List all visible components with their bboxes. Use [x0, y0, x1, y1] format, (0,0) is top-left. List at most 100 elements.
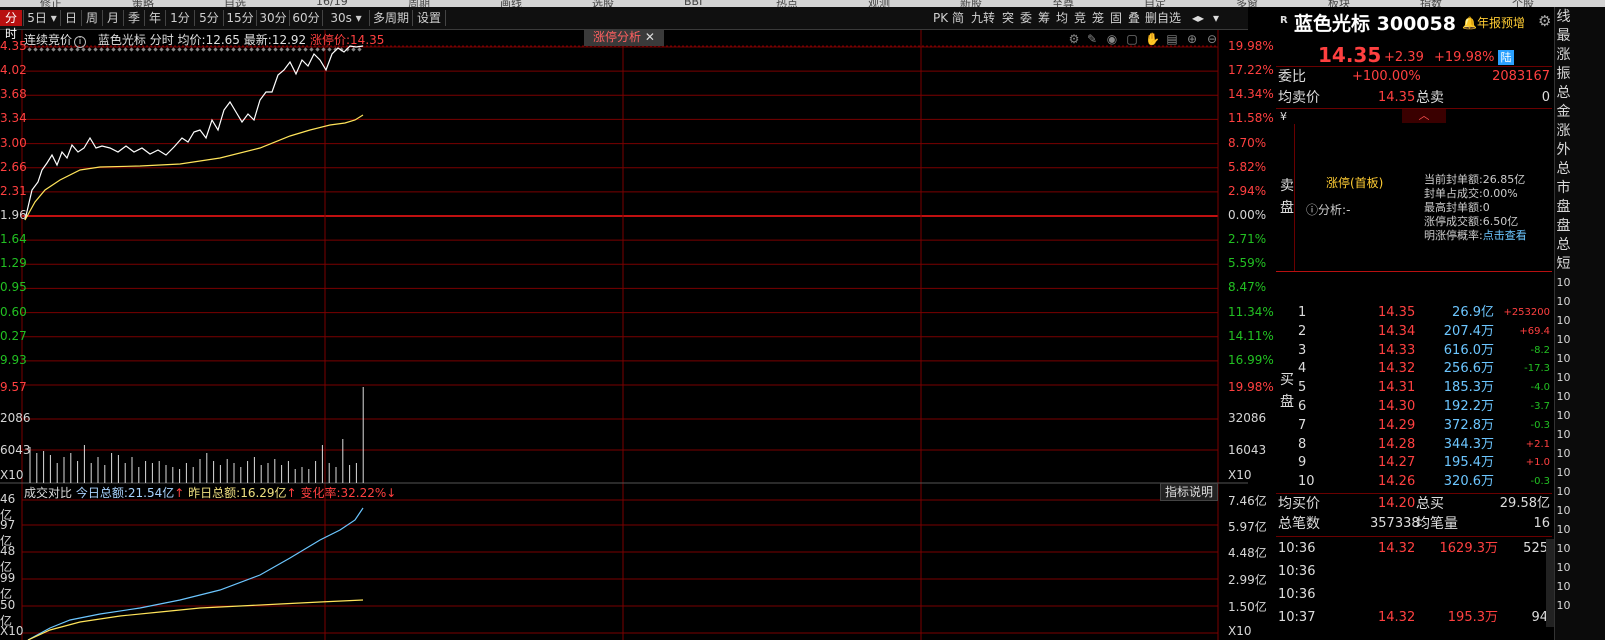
zoom-in-icon[interactable]: ⊕: [1185, 32, 1199, 46]
bid-row[interactable]: 2 14.34 207.4万 +69.4: [1276, 322, 1550, 341]
side-strip-item[interactable]: 线: [1555, 9, 1572, 25]
toolbar-item-6[interactable]: 年: [146, 10, 164, 26]
bid-row[interactable]: 7 14.29 372.8万 -0.3: [1276, 416, 1550, 435]
toolbar-item-0[interactable]: 分时: [0, 10, 22, 41]
lock-icon[interactable]: ▢: [1125, 32, 1139, 46]
side-strip-item[interactable]: 10: [1555, 408, 1572, 424]
close-icon[interactable]: ✕: [645, 30, 655, 44]
top-menu-item[interactable]: 多窗: [1236, 0, 1258, 7]
eye-icon[interactable]: ◉: [1105, 32, 1119, 46]
side-strip-item[interactable]: 10: [1555, 275, 1572, 291]
toolbar-right-item-5[interactable]: 筹: [1037, 10, 1051, 26]
side-strip-item[interactable]: 10: [1555, 484, 1572, 500]
side-strip-item[interactable]: 外: [1555, 142, 1572, 158]
toolbar-right-item-8[interactable]: 笼: [1091, 10, 1105, 26]
scrollbar[interactable]: [1546, 539, 1554, 627]
top-menu-item[interactable]: 观测: [868, 0, 890, 7]
bid-row[interactable]: 5 14.31 185.3万 -4.0: [1276, 378, 1550, 397]
zoom-out-icon[interactable]: ⊖: [1205, 32, 1219, 46]
toolbar-item-14[interactable]: 设置: [414, 10, 444, 26]
toolbar-right-item-3[interactable]: 突: [1001, 10, 1015, 26]
bid-row[interactable]: 6 14.30 192.2万 -3.7: [1276, 397, 1550, 416]
side-strip-item[interactable]: 市: [1555, 180, 1572, 196]
side-strip-item[interactable]: 10: [1555, 370, 1572, 386]
top-menu-item[interactable]: 指数: [1420, 0, 1442, 7]
info-circle-icon[interactable]: ⓘ: [1306, 203, 1318, 217]
top-menu-item[interactable]: 自定: [1144, 0, 1166, 7]
toolbar-item-3[interactable]: 周: [83, 10, 101, 26]
side-strip-item[interactable]: 金: [1555, 104, 1572, 120]
side-strip-item[interactable]: 10: [1555, 465, 1572, 481]
toolbar-item-13[interactable]: 多周期: [371, 10, 411, 26]
toolbar-item-2[interactable]: 日: [62, 10, 80, 26]
toolbar-item-1[interactable]: 5日 ▾: [25, 10, 59, 26]
side-strip-item[interactable]: 最: [1555, 28, 1572, 44]
trash-icon[interactable]: ▤: [1165, 32, 1179, 46]
side-strip-item[interactable]: 10: [1555, 503, 1572, 519]
side-strip-item[interactable]: 10: [1555, 541, 1572, 557]
top-menu-item[interactable]: 选股: [592, 0, 614, 7]
top-menu-item[interactable]: 自选: [224, 0, 246, 7]
toolbar-right-item-7[interactable]: 竞: [1073, 10, 1087, 26]
top-menu-item[interactable]: 板块: [1328, 0, 1350, 7]
toolbar-item-12[interactable]: 30s ▾: [324, 10, 368, 26]
top-menu-item[interactable]: 个股: [1512, 0, 1534, 7]
side-strip-item[interactable]: 涨: [1555, 47, 1572, 63]
bid-row[interactable]: 3 14.33 616.0万 -8.2: [1276, 341, 1550, 360]
notice-badge[interactable]: 🔔年报预增: [1462, 14, 1525, 31]
toolbar-item-4[interactable]: 月: [104, 10, 122, 26]
side-strip-item[interactable]: 10: [1555, 522, 1572, 538]
side-strip-item[interactable]: 10: [1555, 427, 1572, 443]
top-menu-item[interactable]: 画线: [500, 0, 522, 7]
top-menu-item[interactable]: 策略: [132, 0, 154, 7]
toolbar-item-7[interactable]: 1分: [167, 10, 193, 26]
side-strip-item[interactable]: 10: [1555, 389, 1572, 405]
toolbar-right-item-1[interactable]: 简: [951, 10, 965, 26]
intraday-chart[interactable]: [0, 30, 1248, 640]
settings-icon[interactable]: ⚙: [1538, 12, 1551, 30]
toolbar-right-item-0[interactable]: PK: [933, 10, 948, 26]
toolbar-right-item-9[interactable]: 固: [1109, 10, 1123, 26]
side-strip-item[interactable]: 10: [1555, 332, 1572, 348]
bid-row[interactable]: 1 14.35 26.9亿 +253200: [1276, 303, 1550, 322]
toolbar-right-item-2[interactable]: 九转: [969, 10, 997, 26]
top-menu-item[interactable]: 热点: [776, 0, 798, 7]
toolbar-item-10[interactable]: 30分: [258, 10, 288, 26]
dropdown-icon[interactable]: ▾: [1208, 10, 1224, 26]
top-menu-item[interactable]: 周期: [408, 0, 430, 7]
side-strip-item[interactable]: 10: [1555, 560, 1572, 576]
side-strip-item[interactable]: 10: [1555, 446, 1572, 462]
indicator-help-button[interactable]: 指标说明: [1160, 483, 1218, 501]
top-menu-item[interactable]: 修正: [40, 0, 62, 7]
info-circle-icon[interactable]: i: [74, 36, 87, 48]
side-strip-item[interactable]: 盘: [1555, 218, 1572, 234]
hand-icon[interactable]: ✋: [1145, 32, 1160, 46]
toolbar-item-11[interactable]: 60分: [291, 10, 321, 26]
limit-up-stat-value[interactable]: 点击查看: [1483, 229, 1527, 242]
top-menu-item[interactable]: 新股: [960, 0, 982, 7]
toolbar-right-item-6[interactable]: 均: [1055, 10, 1069, 26]
side-strip-item[interactable]: 总: [1555, 237, 1572, 253]
top-menu-item[interactable]: 至尊: [1052, 0, 1074, 7]
settings-gear-icon[interactable]: ⚙: [1067, 32, 1081, 46]
top-menu-item[interactable]: BBI: [684, 0, 702, 7]
side-strip-item[interactable]: 振: [1555, 66, 1572, 82]
toolbar-right-item-11[interactable]: 删自选: [1145, 10, 1181, 26]
bid-row[interactable]: 9 14.27 195.4万 +1.0: [1276, 453, 1550, 472]
side-strip-item[interactable]: 10: [1555, 598, 1572, 614]
bid-row[interactable]: 4 14.32 256.6万 -17.3: [1276, 359, 1550, 378]
expand-chevron-icon[interactable]: ︿: [1402, 109, 1446, 123]
bid-row[interactable]: 8 14.28 344.3万 +2.1: [1276, 435, 1550, 454]
toolbar-right-item-10[interactable]: 叠: [1127, 10, 1141, 26]
side-strip-item[interactable]: 盘: [1555, 199, 1572, 215]
side-strip-item[interactable]: 涨: [1555, 123, 1572, 139]
bid-row[interactable]: 10 14.26 320.6万 -0.3: [1276, 472, 1550, 491]
toolbar-right-item-4[interactable]: 委: [1019, 10, 1033, 26]
pane-toggle-icon[interactable]: ◂▸: [1190, 10, 1206, 26]
limit-up-analysis-tab[interactable]: 涨停分析 ✕: [584, 29, 664, 46]
toolbar-item-5[interactable]: 季: [125, 10, 143, 26]
pen-icon[interactable]: ✎: [1085, 32, 1099, 46]
side-strip-item[interactable]: 短: [1555, 256, 1572, 272]
side-strip-item[interactable]: 10: [1555, 579, 1572, 595]
side-strip-item[interactable]: 总: [1555, 161, 1572, 177]
